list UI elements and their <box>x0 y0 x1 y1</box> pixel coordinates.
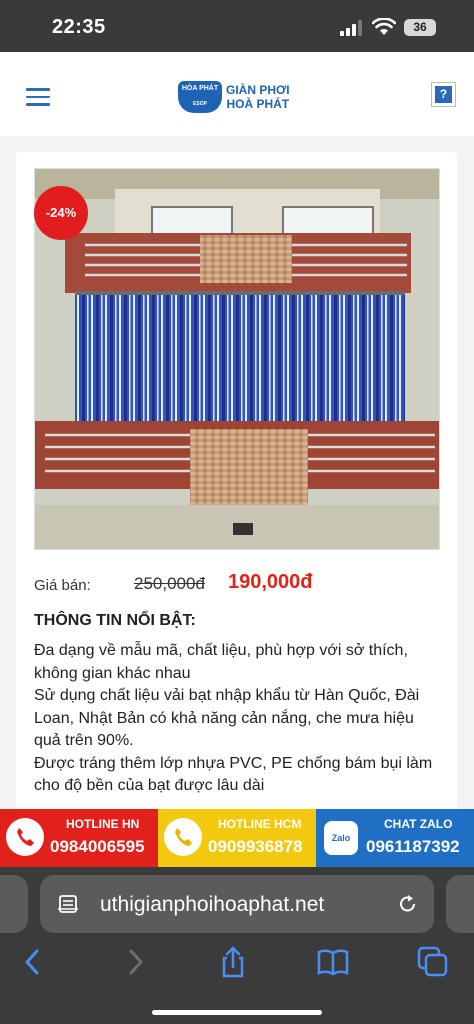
previous-tab-stub[interactable] <box>0 875 28 933</box>
hotline-hn-button[interactable]: HOTLINE HN 0984006595 <box>0 809 158 867</box>
highlights-list: Đa dạng về mẫu mã, chất liệu, phù hợp vớ… <box>34 640 434 798</box>
forward-icon[interactable] <box>118 945 152 979</box>
next-tab-stub[interactable] <box>446 875 474 933</box>
zalo-icon: Zalo <box>324 821 358 855</box>
help-icon: ? <box>435 86 452 103</box>
browser-chrome: uthigianphoihoaphat.net <box>0 867 474 1024</box>
bookmarks-icon[interactable] <box>316 945 350 979</box>
price-new: 190,000đ <box>228 571 313 593</box>
price-old: 250,000đ <box>134 574 205 593</box>
cellular-signal-icon <box>340 20 362 36</box>
hotline-hn-label: HOTLINE HN <box>66 817 140 831</box>
url-text[interactable]: uthigianphoihoaphat.net <box>100 893 324 917</box>
hotline-hcm-number: 0909936878 <box>208 837 303 856</box>
discount-badge: -24% <box>34 186 88 240</box>
browser-toolbar <box>0 945 474 985</box>
help-button[interactable]: ? <box>431 82 456 107</box>
address-bar[interactable]: uthigianphoihoaphat.net <box>40 875 434 933</box>
reload-icon[interactable] <box>397 893 419 915</box>
menu-icon[interactable] <box>26 88 50 106</box>
back-icon[interactable] <box>16 945 50 979</box>
phone-icon <box>164 818 202 856</box>
highlight-item: Sử dụng chất liệu vải bạt nhập khẩu từ H… <box>34 687 420 749</box>
tabs-icon[interactable] <box>416 945 450 979</box>
logo-text: GIÀN PHƠI HOÀ PHÁT <box>226 83 290 111</box>
logo-badge-top: HÒA PHÁT <box>181 85 219 92</box>
home-indicator <box>152 1010 322 1015</box>
price-label: Giá bán: <box>34 577 91 594</box>
hotline-hcm-button[interactable]: HOTLINE HCM 0909936878 <box>158 809 316 867</box>
hotline-hcm-label: HOTLINE HCM <box>218 817 302 831</box>
logo-badge-bottom: ESOP <box>193 101 207 107</box>
highlight-item: Được tráng thêm lớp nhựa PVC, PE chống b… <box>34 754 433 795</box>
site-header: HÒA PHÁT ESOP GIÀN PHƠI HOÀ PHÁT ? <box>0 52 474 136</box>
reader-icon[interactable] <box>58 894 78 914</box>
price-row: Giá bán: 250,000đ 190,000đ <box>34 571 434 595</box>
hotline-hn-number: 0984006595 <box>50 837 145 856</box>
logo-line2: HOÀ PHÁT <box>226 97 290 111</box>
battery-icon: 36 <box>404 19 436 36</box>
status-bar: 22:35 36 <box>0 0 474 52</box>
chat-zalo-label: CHAT ZALO <box>384 817 453 831</box>
highlight-item: Đa dạng về mẫu mã, chất liệu, phù hợp vớ… <box>34 642 408 682</box>
product-image[interactable] <box>34 168 440 550</box>
share-icon[interactable] <box>216 945 250 979</box>
wifi-icon <box>372 18 396 35</box>
chat-zalo-number: 0961187392 <box>366 837 460 856</box>
hotline-bar: HOTLINE HN 0984006595 HOTLINE HCM 090993… <box>0 809 474 867</box>
site-logo[interactable]: HÒA PHÁT ESOP GIÀN PHƠI HOÀ PHÁT <box>178 81 308 115</box>
highlights-title: THÔNG TIN NỔI BẬT: <box>34 612 196 629</box>
logo-line1: GIÀN PHƠI <box>226 83 290 97</box>
chat-zalo-button[interactable]: Zalo CHAT ZALO 0961187392 <box>316 809 474 867</box>
logo-badge: HÒA PHÁT ESOP <box>178 81 222 113</box>
clock: 22:35 <box>52 16 106 38</box>
phone-icon <box>6 818 44 856</box>
